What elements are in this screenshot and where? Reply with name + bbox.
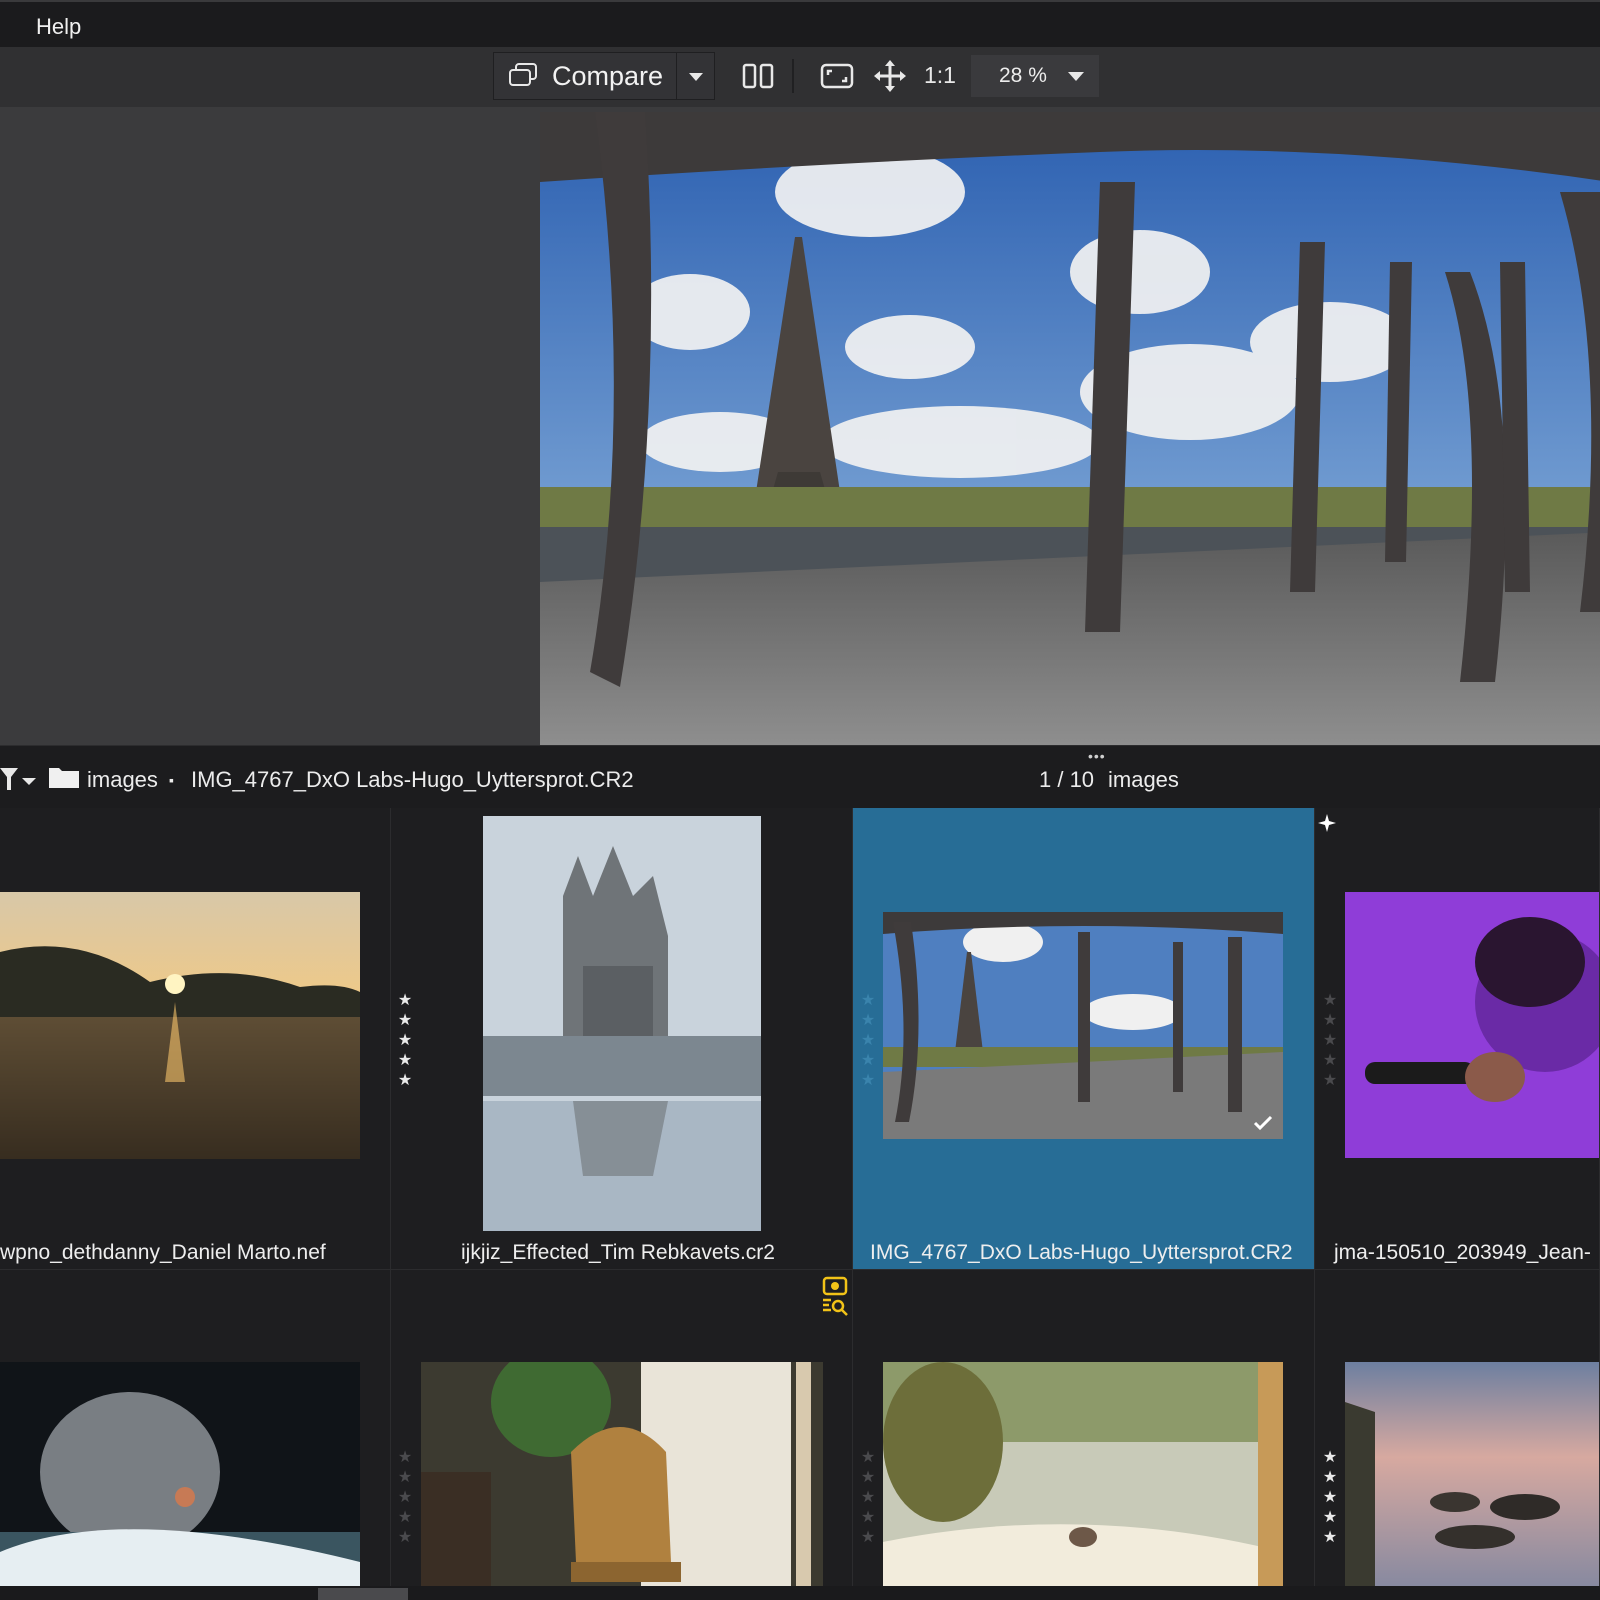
compare-button[interactable]: Compare (493, 52, 677, 100)
eiffel-bridge-image (540, 112, 1600, 745)
star-rating[interactable]: ★ ★ ★ ★ ★ (859, 1448, 877, 1548)
thumbnail-image (421, 1362, 823, 1599)
grid-scrollbar[interactable] (0, 1586, 1600, 1600)
image-counter-suffix: images (1108, 767, 1179, 792)
thumbnail-cell[interactable]: ★ ★ ★ ★ ★ (1315, 1270, 1600, 1600)
star-rating[interactable]: ★ ★ ★ ★ ★ (1321, 991, 1339, 1091)
thumbnail-cell[interactable]: wpno_dethdanny_Daniel Marto.nef (0, 808, 391, 1270)
main-photo[interactable] (540, 112, 1600, 745)
compare-label: Compare (552, 60, 664, 91)
thumbnail-cell[interactable]: ★ ★ ★ ★ ★ jma-150510_203949_Jean- (1315, 808, 1600, 1270)
checkmark-icon (1253, 1115, 1273, 1131)
thumbnail-grid: wpno_dethdanny_Daniel Marto.nef ★ ★ ★ ★ ★ ij… (0, 808, 1600, 1600)
thumbnail-filename: IMG_4767_DxO Labs-Hugo_Uyttersprot.CR2 (870, 1241, 1293, 1264)
camera-search-badge-icon (822, 1276, 848, 1316)
sparkle-icon (1318, 814, 1336, 832)
chevron-down-icon (1068, 72, 1084, 81)
thumbnail-cell[interactable]: ★ ★ ★ ★ ★ ijkjiz_Effected_Tim Rebkavets.cr2 (391, 808, 853, 1270)
thumbnail-image (883, 1362, 1283, 1599)
viewer-toolbar: Compare 1:1 28 % (0, 47, 1600, 107)
resize-grip[interactable]: ••• (1088, 748, 1106, 764)
image-counter: 1 / 10 (1039, 767, 1095, 792)
main-viewer (0, 107, 1600, 745)
thumbnail-filename: ijkjiz_Effected_Tim Rebkavets.cr2 (461, 1241, 775, 1264)
thumbnail-image (1345, 1362, 1599, 1599)
thumbnail-image (1345, 892, 1599, 1158)
star-rating[interactable]: ★ ★ ★ ★ ★ (859, 991, 877, 1091)
thumbnail-image (0, 1362, 360, 1599)
zoom-select[interactable]: 28 % (971, 55, 1099, 97)
filter-icon[interactable] (0, 766, 40, 792)
thumbnail-filename: wpno_dethdanny_Daniel Marto.nef (0, 1241, 326, 1264)
star-rating[interactable]: ★ ★ ★ ★ ★ (396, 991, 414, 1091)
compare-icon (509, 63, 537, 86)
ratio-1to1-button[interactable]: 1:1 (924, 62, 956, 89)
folder-icon (49, 768, 79, 788)
scrollbar-thumb[interactable] (318, 1588, 408, 1600)
fit-screen-icon[interactable] (820, 62, 854, 90)
split-view-icon[interactable] (742, 62, 774, 90)
thumbnail-cell-selected[interactable]: ★ ★ ★ ★ ★ IMG_4767_DxO Labs-Hugo_Uyttersprot… (853, 808, 1315, 1270)
thumbnail-cell[interactable] (0, 1270, 391, 1600)
thumbnail-image (883, 912, 1283, 1139)
star-rating[interactable]: ★ ★ ★ ★ ★ (1321, 1448, 1339, 1548)
compare-dropdown-button[interactable] (677, 52, 715, 100)
image-browser-bar: ••• images ▪ IMG_4767_DxO Labs-Hugo_Uytt… (0, 745, 1600, 808)
breadcrumb-file: IMG_4767_DxO Labs-Hugo_Uyttersprot.CR2 (191, 767, 634, 792)
chevron-down-icon (689, 73, 703, 81)
thumbnail-image (483, 816, 761, 1231)
toolbar-separator (792, 59, 794, 93)
menu-help[interactable]: Help (36, 14, 81, 40)
breadcrumb-separator: ▪ (169, 772, 174, 788)
star-rating[interactable]: ★ ★ ★ ★ ★ (396, 1448, 414, 1548)
menu-bar: Help (0, 0, 1600, 47)
move-icon[interactable] (873, 59, 907, 93)
thumbnail-image (0, 892, 360, 1159)
breadcrumb-folder[interactable]: images (87, 767, 158, 793)
thumbnail-filename: jma-150510_203949_Jean- (1334, 1241, 1591, 1264)
thumbnail-cell[interactable]: ★ ★ ★ ★ ★ (391, 1270, 853, 1600)
thumbnail-cell[interactable]: ★ ★ ★ ★ ★ (853, 1270, 1315, 1600)
zoom-value: 28 % (999, 64, 1047, 87)
